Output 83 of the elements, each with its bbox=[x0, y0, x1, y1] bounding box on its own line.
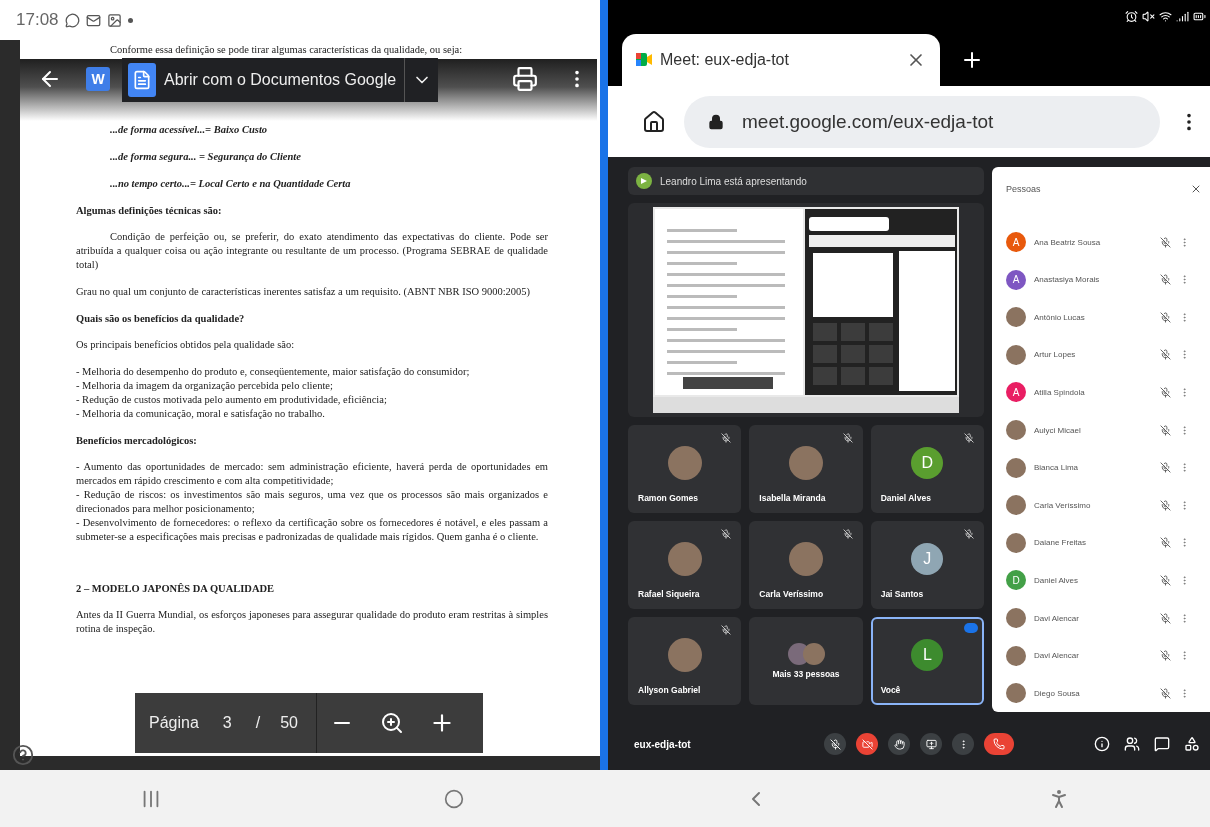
participant-name: Daniel Alves bbox=[1034, 575, 1080, 585]
participant-name: Rafael Siqueira bbox=[638, 589, 700, 600]
participant-name: Jai Santos bbox=[880, 589, 924, 600]
participant-name: Carla Veríssimo bbox=[1034, 500, 1092, 510]
participant-tile[interactable]: L Você bbox=[870, 617, 984, 706]
participant-name: Daniel Alves bbox=[880, 493, 931, 504]
document-text: Grau no qual um conjunto de características inerentes satisfaz a um requisito. (ABNT NBR ISO 9000:2005) bbox=[76, 285, 532, 299]
panel-title: Pessoas bbox=[1006, 184, 1041, 195]
participant-name: Davi Alencar bbox=[1034, 613, 1080, 623]
document-text: ...de forma acessível...= Baixo Custo bbox=[110, 123, 269, 137]
participant-tile[interactable]: Rafael Siqueira bbox=[628, 521, 742, 610]
document-text: Os principais benefícios obtidos pela qualidade são: bbox=[76, 338, 296, 352]
participant-name: Você bbox=[880, 685, 901, 696]
participant-row[interactable]: Antônio Lucas bbox=[1006, 298, 1210, 337]
participant-row[interactable]: Diego Sousa bbox=[1006, 674, 1210, 712]
participant-row[interactable]: Bianca Lima bbox=[1006, 448, 1210, 487]
participant-name: Isabella Miranda bbox=[759, 493, 826, 504]
document-text: ...no tempo certo...= Local Certo e na Quantidade Certa bbox=[110, 177, 352, 191]
document-text: Condição de perfeição ou, se preferir, do exato atendimento das expectativas do cliente. Pode ser atribuída a qualquer coisa ou ação integrante ou resultante de um processo. (Programa SEBRAE de qualidade total) bbox=[76, 230, 548, 272]
participant-name: Ramon Gomes bbox=[638, 493, 698, 504]
participant-tile[interactable]: Allyson Gabriel bbox=[628, 617, 742, 706]
avatar: A bbox=[1006, 382, 1026, 403]
participant-tile[interactable]: Isabella Miranda bbox=[749, 425, 863, 514]
document-text: - Redução de riscos: os investimentos são mais seguros, uma vez que os processos são mais organizados e direcionados para melhor posicionamento; bbox=[76, 488, 548, 516]
participant-name: Davi Alencar bbox=[1034, 651, 1080, 661]
browser-tab[interactable]: Meet: eux-edja-tot bbox=[622, 33, 940, 86]
page-label: Página bbox=[149, 714, 199, 732]
participant-row[interactable]: Davi Alencar bbox=[1006, 599, 1210, 637]
meeting-code: eux-edja-tot bbox=[634, 738, 692, 750]
tab-title: Meet: eux-edja-tot bbox=[660, 50, 790, 69]
avatar: J bbox=[911, 543, 944, 576]
avatar: L bbox=[911, 639, 944, 672]
document-text: - Melhoria da comunicação, moral e satisfação no trabalho. bbox=[76, 407, 326, 421]
participant-name: Bianca Lima bbox=[1034, 463, 1080, 473]
avatar: D bbox=[1006, 570, 1026, 591]
participant-name: Artur Lopes bbox=[1034, 350, 1077, 360]
document-text: Quais são os benefícios da qualidade? bbox=[76, 312, 246, 326]
participant-name: Anastasiya Morais bbox=[1034, 275, 1101, 285]
participant-name: Carla Veríssimo bbox=[759, 589, 824, 600]
participant-row[interactable]: D Daniel Alves bbox=[1006, 561, 1210, 600]
page-total: 50 bbox=[280, 714, 298, 732]
document-text: - Melhoria da imagem da organização percebida pelo cliente; bbox=[76, 379, 334, 393]
document-text: - Redução de custos motivada pelo aumento em produtividade, eficiência; bbox=[76, 393, 388, 407]
participant-tile[interactable]: Mais 33 pessoas bbox=[749, 617, 863, 706]
document-text: Algumas definições técnicas são: bbox=[76, 204, 223, 218]
participant-name: Daiane Freitas bbox=[1034, 538, 1088, 548]
document-text: ...de forma segura... = Segurança do Cliente bbox=[110, 150, 302, 164]
presenter-banner: Leandro Lima está apresentando bbox=[628, 167, 984, 196]
document-text: - Aumento das oportunidades de mercado: sem administração eficiente, haverá perda de oportunidades em mercados em rápido crescimento e com alta competitividade; bbox=[76, 460, 548, 488]
participant-row[interactable]: Artur Lopes bbox=[1006, 336, 1210, 374]
participant-name: Ana Beatriz Sousa bbox=[1034, 237, 1102, 247]
participant-tile[interactable]: Ramon Gomes bbox=[628, 425, 742, 514]
page-separator: / bbox=[255, 714, 261, 732]
participant-row[interactable]: Davi Alencar bbox=[1006, 636, 1210, 675]
document-text: Benefícios mercadológicos: bbox=[76, 434, 198, 448]
avatar: D bbox=[911, 447, 944, 480]
participant-name: Diego Sousa bbox=[1034, 688, 1081, 698]
participant-row[interactable]: Daiane Freitas bbox=[1006, 524, 1210, 562]
status-time: 17:08 bbox=[16, 10, 59, 30]
file-type-badge: W bbox=[86, 67, 110, 91]
participant-row[interactable]: A Ana Beatriz Sousa bbox=[1006, 223, 1210, 261]
open-with-button[interactable]: Abrir com o Documentos Google bbox=[122, 58, 439, 102]
participant-name: Atilla Spindola bbox=[1034, 387, 1086, 397]
document-text: Conforme essa definição se pode tirar algumas características da qualidade, ou seja: bbox=[110, 43, 464, 57]
document-text: - Desenvolvimento de fornecedores: o reflexo da certificação sobre os fornecedores é notável, e eles passam a submeter-se a especificações mais precisas e padronizadas de qualidade mais rígidos. Quem ganha é o cliente. bbox=[76, 516, 548, 544]
participant-name: Allyson Gabriel bbox=[638, 685, 701, 696]
participant-tile[interactable]: J Jai Santos bbox=[870, 521, 984, 610]
participant-name: Aulyci Micael bbox=[1034, 425, 1082, 435]
participant-tile[interactable]: D Daniel Alves bbox=[870, 425, 984, 514]
participant-tile[interactable]: Carla Veríssimo bbox=[749, 521, 863, 610]
address-bar[interactable]: meet.google.com/eux-edja-tot bbox=[684, 95, 1160, 148]
participant-name: Antônio Lucas bbox=[1034, 312, 1086, 322]
avatar: A bbox=[1006, 232, 1026, 253]
document-text: 2 – MODELO JAPONÊS DA QUALIDADE bbox=[76, 582, 276, 596]
avatar: A bbox=[1006, 269, 1026, 290]
document-text: - Melhoria do desempenho do produto e, conseqüentemente, maior satisfação do consumidor; bbox=[76, 365, 471, 379]
participant-row[interactable]: A Atilla Spindola bbox=[1006, 373, 1210, 412]
participant-row[interactable]: A Anastasiya Morais bbox=[1006, 260, 1210, 299]
page-number[interactable]: 3 bbox=[222, 714, 232, 732]
document-text: Antes da II Guerra Mundial, os esforços japoneses para assegurar qualidade do produto eram restritas à simples rotina de inspeção. bbox=[76, 608, 548, 636]
participant-row[interactable]: Aulyci Micael bbox=[1006, 411, 1210, 449]
participant-row[interactable]: Carla Veríssimo bbox=[1006, 486, 1210, 525]
participant-name: Mais 33 pessoas bbox=[772, 669, 840, 680]
